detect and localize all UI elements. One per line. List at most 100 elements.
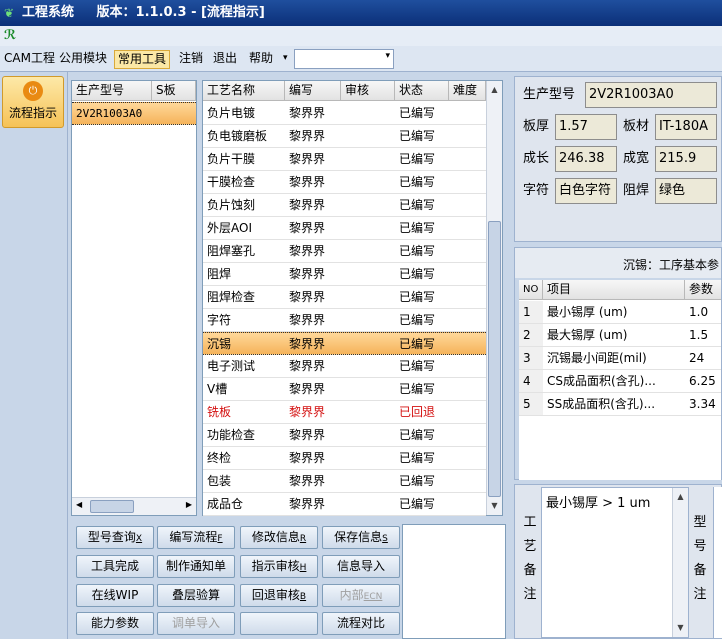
info-import-button[interactable]: 信息导入	[322, 555, 400, 578]
cell-name: 终检	[207, 451, 232, 465]
menu-logout[interactable]: 注销	[176, 50, 206, 69]
process-notes-textarea[interactable]: 最小锡厚 > 1 um ▲ ▼	[541, 487, 689, 638]
scroll-down-icon[interactable]: ▼	[674, 621, 687, 635]
table-row[interactable]: 外层AOI 黎界界 已编写	[203, 217, 486, 240]
blank-button[interactable]	[240, 612, 318, 635]
cell-reviewer	[341, 447, 395, 469]
scroll-left-icon[interactable]: ◀	[76, 500, 82, 509]
menu-overflow-icon[interactable]: ▾	[280, 50, 291, 69]
param-row[interactable]: 3 沉锡最小间距(mil) 24	[519, 347, 721, 370]
message-area[interactable]	[402, 524, 506, 639]
col-process-name[interactable]: 工艺名称	[203, 81, 285, 101]
table-row[interactable]: 负电镀磨板 黎界界 已编写	[203, 125, 486, 148]
mask-value[interactable]: 绿色	[655, 178, 717, 204]
param-row[interactable]: 1 最小锡厚 (um) 1.0	[519, 301, 721, 324]
col-s-board[interactable]: S板	[152, 81, 196, 101]
menu-cam[interactable]: CAM工程	[1, 50, 58, 69]
cell-name: 干膜检查	[207, 175, 256, 189]
process-vscrollbar[interactable]: ▲ ▼	[486, 81, 502, 515]
param-cell-value: 1.0	[689, 305, 709, 319]
table-row[interactable]: 负片电镀 黎界界 已编写	[203, 102, 486, 125]
order-import-button[interactable]: 调单导入	[157, 612, 235, 635]
table-row[interactable]: 终检 黎界界 已编写	[203, 447, 486, 470]
menu-common-tools[interactable]: 常用工具	[114, 50, 171, 69]
online-wip-button[interactable]: 在线WIP	[76, 584, 154, 607]
table-row[interactable]: 字符 黎界界 已编写	[203, 309, 486, 332]
table-row[interactable]: 沉锡 黎界界 已编写	[203, 332, 486, 355]
scroll-up-icon[interactable]: ▲	[488, 83, 501, 97]
cell-writer: 黎界界	[289, 129, 326, 143]
col-value[interactable]: 参数	[685, 280, 721, 300]
table-row[interactable]: 负片干膜 黎界界 已编写	[203, 148, 486, 171]
model-value[interactable]: 2V2R1003A0	[585, 82, 717, 108]
instruction-review-button[interactable]: 指示审核H	[240, 555, 318, 578]
model-list-panel: 生产型号 S板 2V2R1003A0 ◀ ▶	[71, 80, 197, 516]
table-row[interactable]: 电子测试 黎界界 已编写	[203, 355, 486, 378]
param-cell-value: 3.34	[689, 397, 716, 411]
table-row[interactable]: 干膜检查 黎界界 已编写	[203, 171, 486, 194]
material-value[interactable]: IT-180A	[655, 114, 717, 140]
col-difficulty[interactable]: 难度	[449, 81, 486, 101]
flow-compare-button[interactable]: 流程对比	[322, 612, 400, 635]
length-value[interactable]: 246.38	[555, 146, 617, 172]
menu-combo[interactable]: ▾	[294, 49, 394, 69]
chevron-down-icon[interactable]: ▾	[385, 51, 390, 61]
thickness-value[interactable]: 1.57	[555, 114, 617, 140]
model-query-button[interactable]: 型号查询X	[76, 526, 154, 549]
col-reviewer[interactable]: 审核	[341, 81, 395, 101]
table-row[interactable]: 负片蚀刻 黎界界 已编写	[203, 194, 486, 217]
model-notes-textarea[interactable]	[713, 487, 722, 638]
menu-exit[interactable]: 退出	[210, 50, 240, 69]
cell-writer: 黎界界	[289, 152, 326, 166]
param-row[interactable]: 4 CS成品面积(含孔)... 6.25	[519, 370, 721, 393]
table-row[interactable]: 阻焊 黎界界 已编写	[203, 263, 486, 286]
param-cell-value: 1.5	[689, 328, 709, 342]
table-row[interactable]: 铣板 黎界界 已回退	[203, 401, 486, 424]
tool-done-button[interactable]: 工具完成	[76, 555, 154, 578]
char-value[interactable]: 白色字符	[555, 178, 617, 204]
cell-reviewer	[341, 309, 395, 331]
model-hscrollbar[interactable]: ◀ ▶	[72, 497, 196, 515]
notes-vscrollbar[interactable]: ▲ ▼	[672, 488, 688, 637]
vscroll-thumb[interactable]	[488, 221, 501, 497]
param-row[interactable]: 2 最大锡厚 (um) 1.5	[519, 324, 721, 347]
make-notice-button[interactable]: 制作通知单	[157, 555, 235, 578]
table-row[interactable]: 阻焊检查 黎界界 已编写	[203, 286, 486, 309]
col-status[interactable]: 状态	[395, 81, 449, 101]
width-value[interactable]: 215.9	[655, 146, 717, 172]
table-row[interactable]: 阻焊塞孔 黎界界 已编写	[203, 240, 486, 263]
menu-common-modules[interactable]: 公用模块	[56, 50, 110, 69]
flow-instruction-button[interactable]: ⏻ 流程指示	[2, 76, 64, 128]
scroll-up-icon[interactable]: ▲	[674, 490, 687, 504]
table-row[interactable]: 包装 黎界界 已编写	[203, 470, 486, 493]
rollback-review-button[interactable]: 回退审核B	[240, 584, 318, 607]
cell-status: 已编写	[399, 106, 436, 120]
scroll-right-icon[interactable]: ▶	[186, 500, 192, 509]
save-info-button[interactable]: 保存信息S	[322, 526, 400, 549]
cell-writer: 黎界界	[289, 198, 326, 212]
capability-params-button[interactable]: 能力参数	[76, 612, 154, 635]
info-panel: 生产型号 2V2R1003A0 板厚 1.57 板材 IT-180A 成长 24…	[514, 76, 722, 242]
cell-writer: 黎界界	[289, 382, 326, 396]
leaf-icon[interactable]: ℛ	[4, 28, 16, 43]
cell-difficulty	[449, 286, 486, 308]
internal-ecn-button[interactable]: 内部ECN	[322, 584, 400, 607]
table-row[interactable]: 成品仓 黎界界 已编写	[203, 493, 486, 516]
scroll-down-icon[interactable]: ▼	[488, 499, 501, 513]
menu-help[interactable]: 帮助	[246, 50, 276, 69]
col-item[interactable]: 项目	[543, 280, 685, 300]
model-row[interactable]: 2V2R1003A0	[72, 102, 196, 125]
col-writer[interactable]: 编写	[285, 81, 341, 101]
stack-check-button[interactable]: 叠层验算	[157, 584, 235, 607]
edit-flow-button[interactable]: 编写流程F	[157, 526, 235, 549]
flow-instruction-label: 流程指示	[8, 106, 57, 120]
cell-status: 已编写	[399, 382, 436, 396]
hscroll-thumb[interactable]	[90, 500, 134, 513]
table-row[interactable]: 功能检查 黎界界 已编写	[203, 424, 486, 447]
col-no[interactable]: NO	[519, 280, 543, 300]
col-model[interactable]: 生产型号	[72, 81, 152, 101]
modify-info-button[interactable]: 修改信息R	[240, 526, 318, 549]
table-row[interactable]: V槽 黎界界 已编写	[203, 378, 486, 401]
cell-status: 已编写	[399, 313, 436, 327]
param-row[interactable]: 5 SS成品面积(含孔)... 3.34	[519, 393, 721, 416]
